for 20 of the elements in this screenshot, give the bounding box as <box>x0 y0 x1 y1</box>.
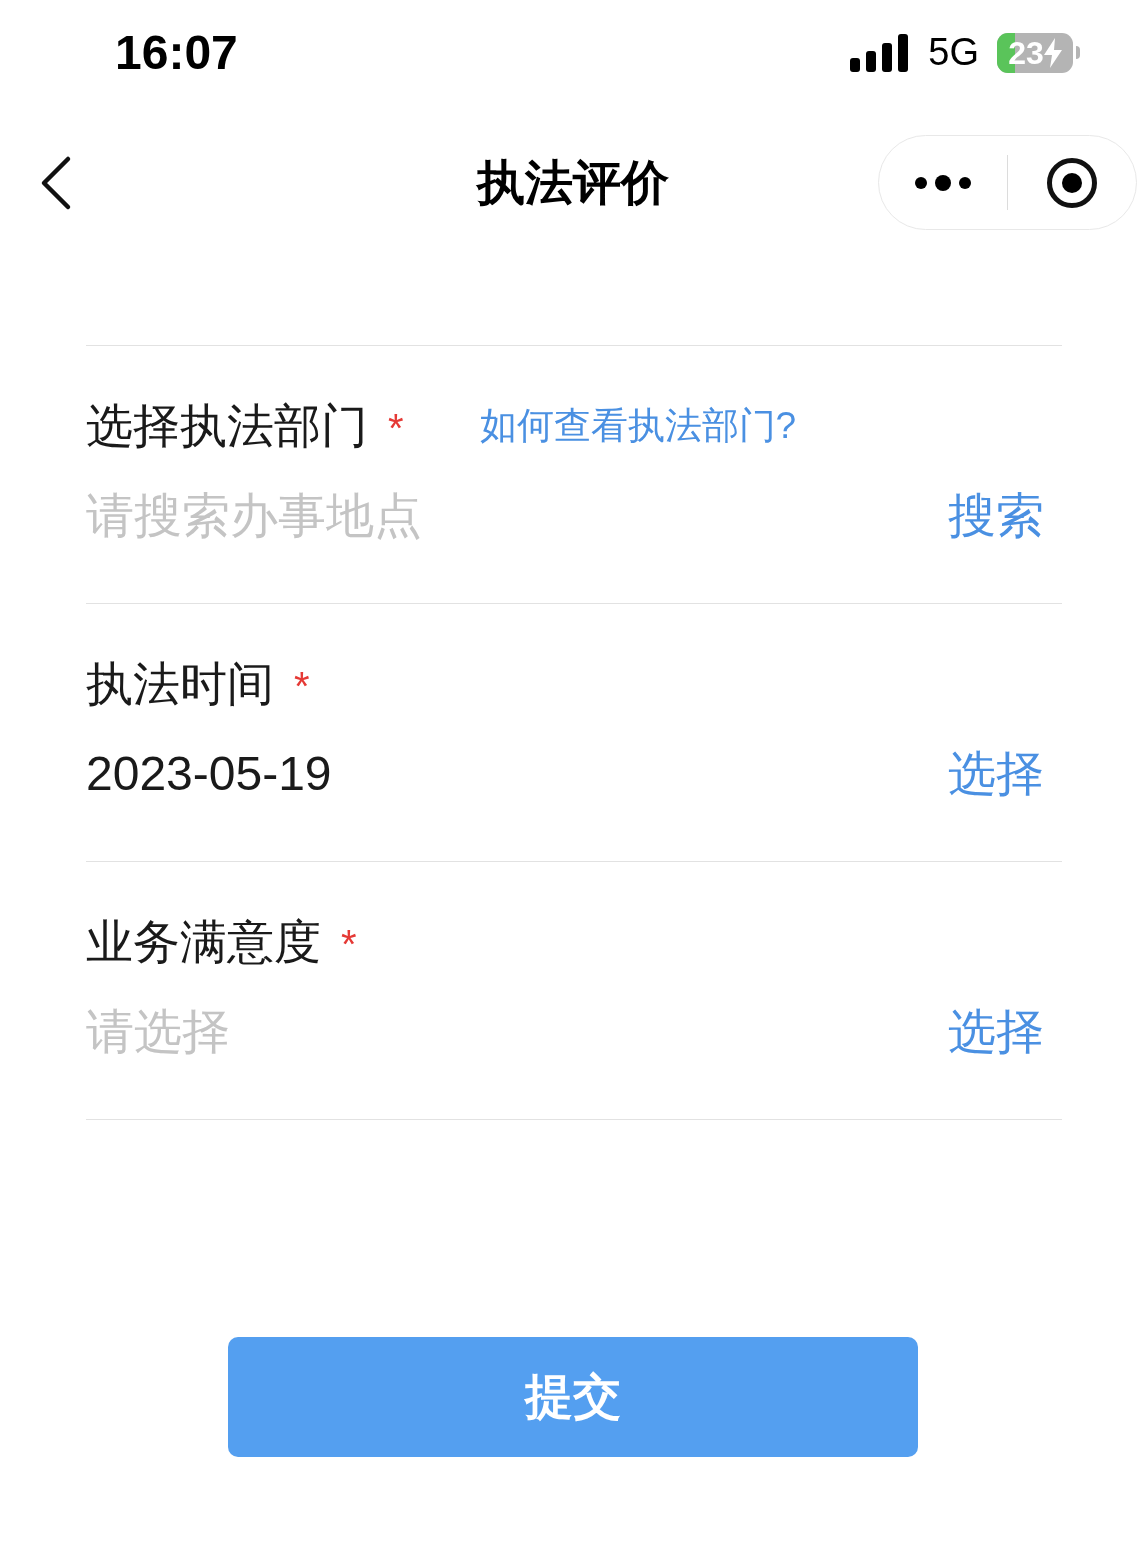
field-value[interactable]: 2023-05-19 <box>86 738 332 810</box>
input-field[interactable]: 请选择 <box>86 996 230 1068</box>
required-mark: * <box>341 921 357 968</box>
help-link[interactable]: 如何查看执法部门? <box>479 398 797 454</box>
submit-button[interactable]: 提交 <box>228 1337 918 1457</box>
field-label: 选择执法部门 <box>86 397 368 454</box>
close-icon <box>1046 156 1098 209</box>
page-title: 执法评价 <box>477 154 669 211</box>
input-field[interactable]: 请搜索办事地点 <box>86 480 422 552</box>
field-label: 业务满意度 <box>86 913 321 970</box>
required-mark: * <box>388 405 404 452</box>
required-mark: * <box>294 663 310 710</box>
field-label: 执法时间 <box>86 655 274 712</box>
action-button[interactable]: 搜索 <box>948 480 1044 552</box>
signal-icon <box>850 33 911 72</box>
action-button[interactable]: 选择 <box>948 996 1044 1068</box>
more-icon <box>914 174 972 191</box>
action-button[interactable]: 选择 <box>948 738 1044 810</box>
status-time: 16:07 <box>115 24 238 81</box>
network-label: 5G <box>928 30 979 75</box>
